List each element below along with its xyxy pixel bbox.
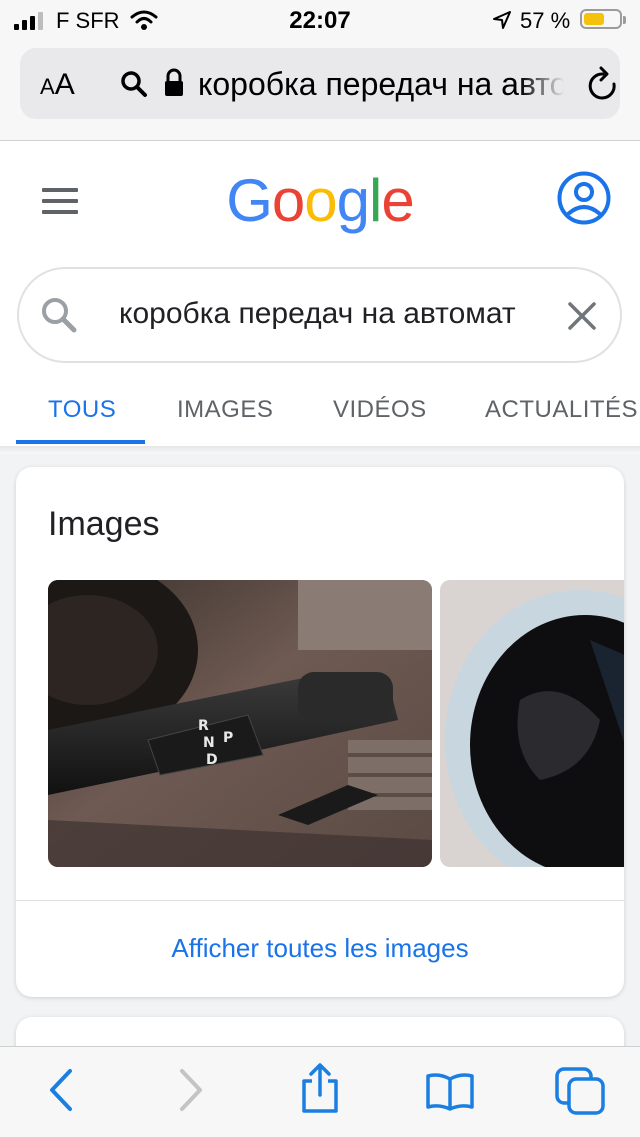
- tab-news[interactable]: ACTUALITÉS: [485, 396, 638, 424]
- bookmarks-icon[interactable]: [425, 1071, 475, 1113]
- browser-address-area: AA коробка передач на авто: [0, 40, 640, 141]
- search-icon: [121, 71, 147, 97]
- search-icon: [42, 298, 77, 333]
- back-icon[interactable]: [46, 1067, 76, 1113]
- search-box[interactable]: коробка передач на автомат: [17, 267, 622, 363]
- svg-text:N: N: [203, 735, 215, 751]
- clear-icon[interactable]: [567, 301, 597, 331]
- card-title: Images: [48, 505, 160, 543]
- image-result-gear-knob[interactable]: [440, 580, 624, 867]
- svg-text:P: P: [223, 730, 233, 746]
- tabs-shadow: [0, 446, 640, 454]
- show-all-images-link[interactable]: Afficher toutes les images: [16, 933, 624, 964]
- account-icon[interactable]: [556, 170, 612, 226]
- active-tab-indicator: [16, 440, 145, 444]
- svg-text:R: R: [198, 718, 209, 734]
- tab-images[interactable]: IMAGES: [177, 396, 273, 424]
- images-card: Images R N P D Afficher toutes les image…: [16, 467, 624, 997]
- search-input[interactable]: коробка передач на автомат: [119, 297, 539, 331]
- forward-icon[interactable]: [176, 1067, 206, 1113]
- battery-icon: [580, 9, 626, 29]
- tab-all[interactable]: TOUS: [48, 396, 116, 424]
- tabs-icon[interactable]: [555, 1067, 607, 1117]
- address-bar[interactable]: AA коробка передач на авто: [20, 48, 620, 119]
- battery-percent: 57 %: [520, 8, 571, 33]
- text-size-button[interactable]: AA: [40, 68, 75, 102]
- reload-icon[interactable]: [586, 66, 620, 104]
- google-logo[interactable]: Google: [0, 166, 640, 235]
- image-result-gear-lever[interactable]: R N P D: [48, 580, 432, 867]
- search-tabs: TOUS IMAGES VIDÉOS ACTUALITÉS: [0, 380, 640, 446]
- browser-toolbar: [0, 1046, 640, 1137]
- card-divider: [16, 900, 624, 901]
- tab-videos[interactable]: VIDÉOS: [333, 396, 427, 424]
- lock-icon: [165, 68, 183, 96]
- location-arrow-icon: [493, 11, 511, 29]
- url-text: коробка передач на авто: [198, 66, 564, 102]
- status-bar: F SFR 22:07 57 %: [0, 0, 640, 40]
- share-icon[interactable]: [298, 1063, 342, 1115]
- svg-text:D: D: [206, 752, 218, 768]
